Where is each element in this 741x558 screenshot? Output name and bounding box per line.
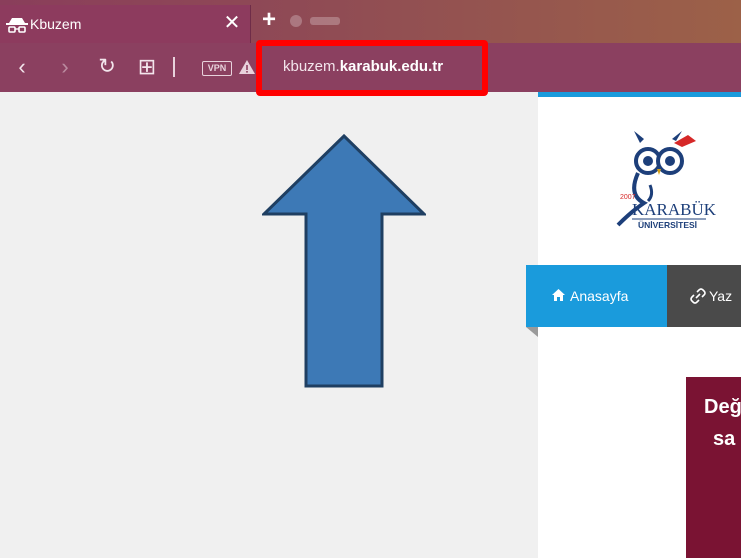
warning-icon[interactable] [238, 58, 256, 76]
banner-text-line1: Değ [704, 396, 741, 418]
ghost-tab-icon [290, 15, 340, 27]
home-icon [552, 289, 565, 301]
link-icon [690, 288, 706, 304]
header-accent-line [538, 92, 741, 97]
nav-yaz-label[interactable]: Yaz [709, 288, 732, 304]
banner-text-line2: sa [713, 428, 736, 450]
logo-name: KARABÜK [632, 200, 717, 219]
nav-home-label[interactable]: Anasayfa [570, 288, 628, 304]
close-tab-icon[interactable]: ✕ [222, 11, 242, 35]
tab-strip: Kbuzem ✕ + [0, 0, 741, 43]
reload-button[interactable]: ↻ [96, 55, 118, 79]
speed-dial-icon[interactable]: ⊞ [136, 55, 158, 79]
browser-tab[interactable]: Kbuzem ✕ [0, 5, 251, 43]
tab-title: Kbuzem [30, 16, 82, 32]
address-highlight-box [256, 40, 488, 96]
forward-button[interactable]: › [55, 55, 75, 79]
toolbar-divider [173, 57, 175, 77]
vpn-badge[interactable]: VPN [202, 61, 232, 76]
incognito-icon [6, 18, 28, 33]
up-arrow-icon [262, 134, 426, 388]
back-button[interactable]: ‹ [12, 55, 32, 79]
new-tab-button[interactable]: + [258, 8, 280, 32]
logo-subtitle: ÜNİVERSİTESİ [638, 220, 697, 230]
university-logo[interactable]: 2007 KARABÜK ÜNİVERSİTESİ [588, 125, 741, 240]
menu-fold-corner [526, 327, 538, 337]
